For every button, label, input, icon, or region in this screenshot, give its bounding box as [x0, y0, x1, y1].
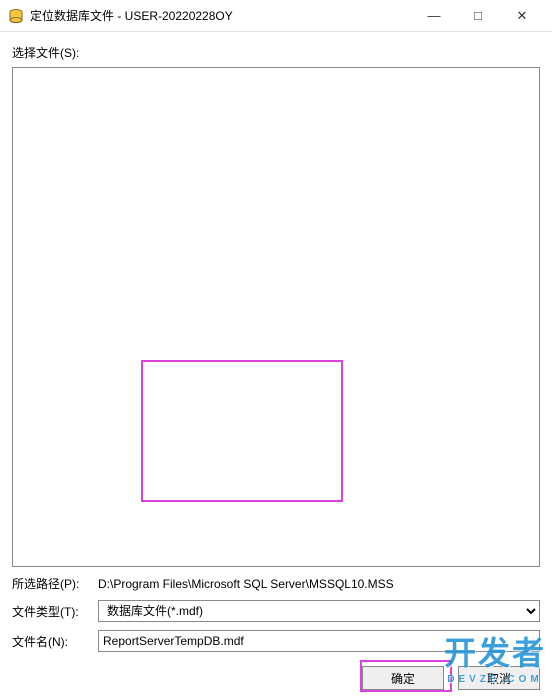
- filetype-select[interactable]: 数据库文件(*.mdf): [98, 600, 540, 622]
- maximize-button[interactable]: □: [456, 1, 500, 31]
- close-button[interactable]: ✕: [500, 1, 544, 31]
- window-title: 定位数据库文件 - USER-20220228OY: [30, 7, 412, 24]
- cancel-button[interactable]: 取消: [458, 666, 540, 690]
- ok-button[interactable]: 确定: [362, 666, 444, 690]
- path-label: 所选路径(P):: [12, 575, 98, 592]
- tree-view[interactable]: [12, 67, 540, 567]
- form-area: 所选路径(P): D:\Program Files\Microsoft SQL …: [0, 567, 552, 652]
- filename-label: 文件名(N):: [12, 633, 98, 650]
- window-buttons: — □ ✕: [412, 1, 544, 31]
- db-icon: [8, 8, 24, 24]
- filetype-label: 文件类型(T):: [12, 603, 98, 620]
- filename-input[interactable]: [98, 630, 540, 652]
- annotation-highlight-data: [141, 360, 343, 502]
- select-file-label: 选择文件(S):: [12, 44, 540, 61]
- titlebar: 定位数据库文件 - USER-20220228OY — □ ✕: [0, 0, 552, 32]
- path-value: D:\Program Files\Microsoft SQL Server\MS…: [98, 577, 540, 591]
- button-row: 确定 取消: [0, 660, 552, 700]
- minimize-button[interactable]: —: [412, 1, 456, 31]
